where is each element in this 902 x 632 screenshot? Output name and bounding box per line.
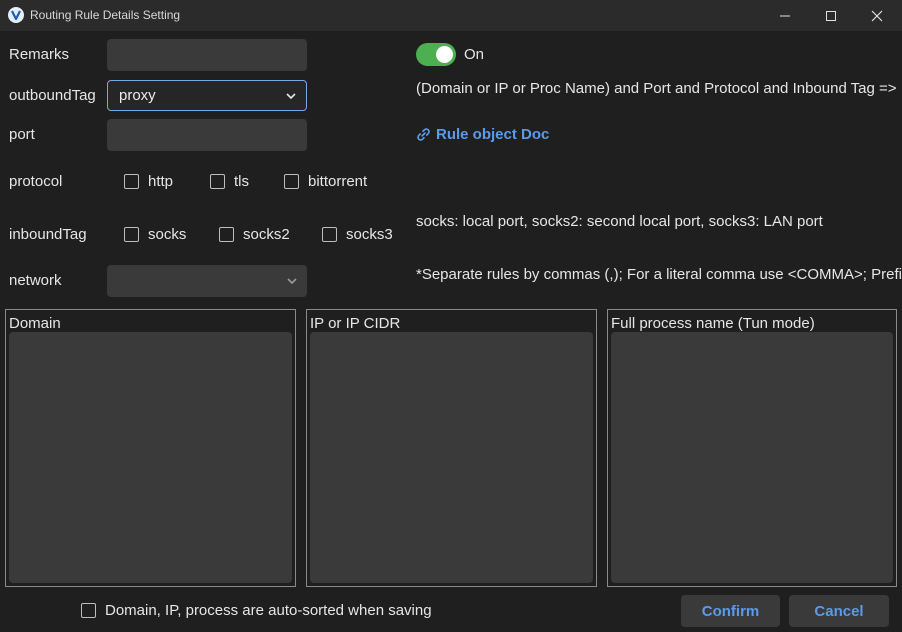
window-title: Routing Rule Details Setting: [30, 8, 181, 22]
enabled-toggle[interactable]: [416, 43, 456, 66]
protocol-tls-checkbox[interactable]: tls: [210, 173, 249, 190]
minimize-button[interactable]: [762, 0, 808, 31]
confirm-button[interactable]: Confirm: [681, 595, 780, 627]
checkbox-box: [124, 174, 139, 189]
match-info-text: (Domain or IP or Proc Name) and Port and…: [416, 80, 897, 97]
maximize-button[interactable]: [808, 0, 854, 31]
title-bar: Routing Rule Details Setting: [0, 0, 902, 31]
remarks-label: Remarks: [9, 46, 70, 63]
port-label: port: [9, 126, 35, 143]
inbound-socks-checkbox[interactable]: socks: [124, 226, 186, 243]
autosort-label: Domain, IP, process are auto-sorted when…: [105, 602, 432, 619]
inbound-socks3-checkbox[interactable]: socks3: [322, 226, 393, 243]
protocol-tls-label: tls: [234, 173, 249, 190]
checkbox-box: [322, 227, 337, 242]
inbound-socks-label: socks: [148, 226, 187, 243]
inbound-socks3-label: socks3: [346, 226, 393, 243]
process-panel-title: Full process name (Tun mode): [611, 315, 815, 332]
checkbox-box: [81, 603, 96, 618]
autosort-checkbox[interactable]: Domain, IP, process are auto-sorted when…: [81, 602, 432, 619]
ip-textarea[interactable]: [310, 332, 593, 583]
checkbox-box: [219, 227, 234, 242]
rule-doc-link[interactable]: Rule object Doc: [416, 126, 549, 143]
checkbox-box: [124, 227, 139, 242]
network-label: network: [9, 272, 62, 289]
maximize-icon: [826, 10, 836, 21]
inbound-tip-text: socks: local port, socks2: second local …: [416, 213, 823, 230]
process-panel: Full process name (Tun mode): [607, 309, 897, 587]
protocol-http-label: http: [148, 173, 174, 190]
toggle-knob: [436, 46, 453, 63]
separator-tip-text: *Separate rules by commas (,); For a lit…: [416, 266, 902, 283]
inbound-socks2-checkbox[interactable]: socks2: [219, 226, 290, 243]
checkbox-box: [210, 174, 225, 189]
toggle-label: On: [464, 46, 485, 63]
close-button[interactable]: [854, 0, 900, 31]
outbound-tag-value: proxy: [119, 87, 156, 104]
close-icon: [871, 10, 883, 21]
domain-panel-title: Domain: [9, 315, 61, 332]
inbound-tag-label: inboundTag: [9, 226, 87, 243]
protocol-label: protocol: [9, 173, 63, 190]
checkbox-box: [284, 174, 299, 189]
process-textarea[interactable]: [611, 332, 893, 583]
domain-textarea[interactable]: [9, 332, 292, 583]
protocol-bittorrent-label: bittorrent: [308, 173, 368, 190]
outbound-tag-select[interactable]: proxy: [107, 80, 307, 111]
ip-panel: IP or IP CIDR: [306, 309, 597, 587]
protocol-http-checkbox[interactable]: http: [124, 173, 173, 190]
rule-doc-link-label: Rule object Doc: [436, 126, 550, 143]
inbound-socks2-label: socks2: [243, 226, 290, 243]
chevron-down-icon: [287, 278, 297, 285]
domain-panel: Domain: [5, 309, 296, 587]
remarks-input[interactable]: [107, 39, 307, 71]
link-icon: [417, 128, 430, 141]
protocol-bittorrent-checkbox[interactable]: bittorrent: [284, 173, 367, 190]
minimize-icon: [780, 15, 790, 16]
network-select[interactable]: [107, 265, 307, 297]
chevron-down-icon: [286, 92, 296, 99]
ip-panel-title: IP or IP CIDR: [310, 315, 401, 332]
v2rayn-logo-icon: [8, 7, 24, 23]
outbound-tag-label: outboundTag: [9, 87, 96, 104]
port-input[interactable]: [107, 119, 307, 151]
cancel-button[interactable]: Cancel: [789, 595, 889, 627]
